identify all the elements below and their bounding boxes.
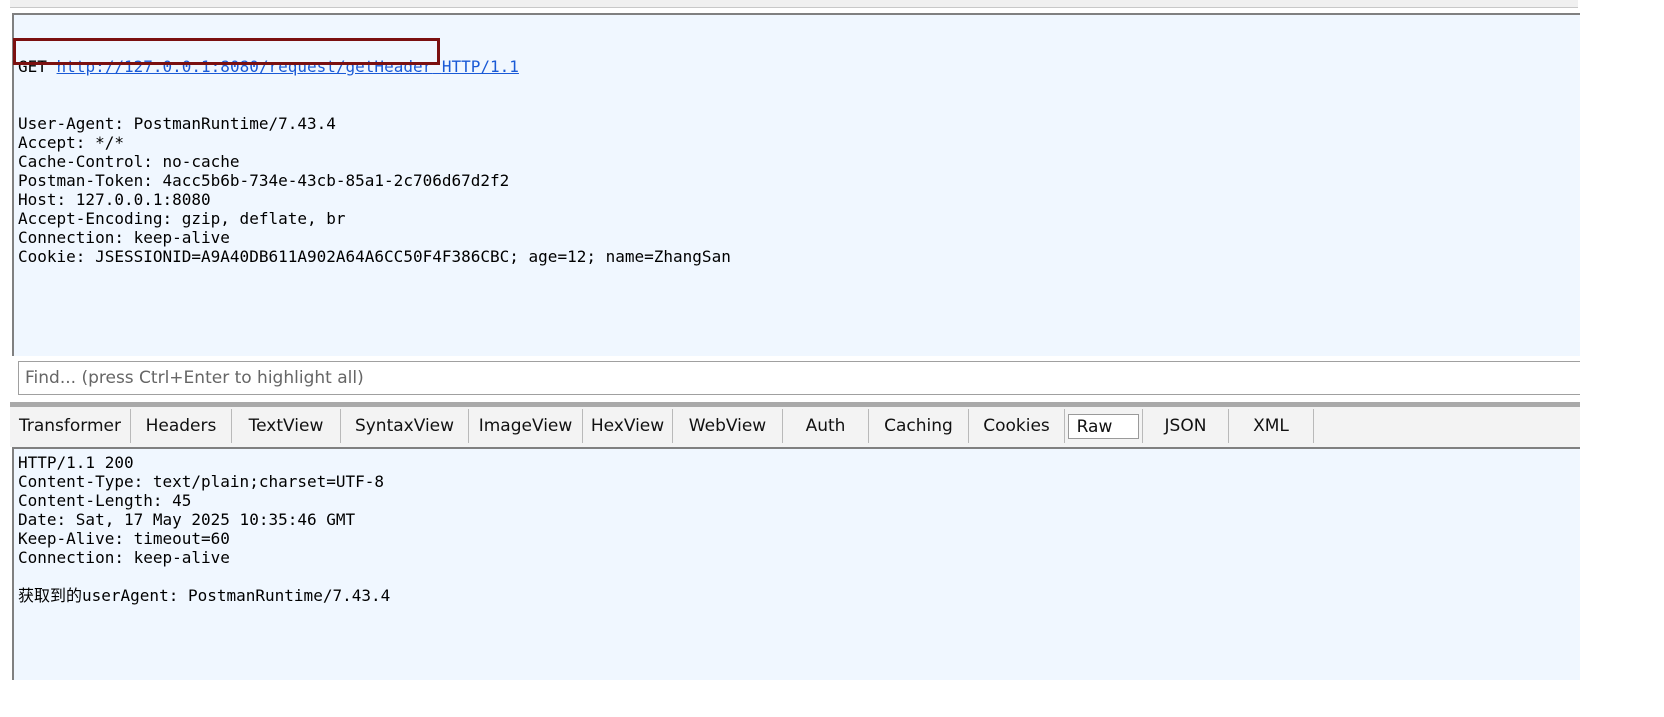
tab-imageview[interactable]: ImageView <box>469 409 583 443</box>
tab-label: XML <box>1253 416 1289 436</box>
request-method: GET <box>18 57 47 76</box>
response-line: Connection: keep-alive <box>18 548 230 567</box>
tab-cookies[interactable]: Cookies <box>969 409 1065 443</box>
tab-label: JSON <box>1164 416 1207 436</box>
tab-raw[interactable]: Raw <box>1065 409 1143 443</box>
request-line: GET http://127.0.0.1:8080/request/getHea… <box>18 57 731 76</box>
tab-json[interactable]: JSON <box>1143 409 1229 443</box>
find-bar[interactable] <box>18 361 1580 395</box>
tab-label: ImageView <box>478 416 573 436</box>
response-line: Content-Type: text/plain;charset=UTF-8 <box>18 472 385 491</box>
tab-textview[interactable]: TextView <box>232 409 341 443</box>
response-line: HTTP/1.1 200 <box>18 453 134 472</box>
request-text: GET http://127.0.0.1:8080/request/getHea… <box>18 19 731 266</box>
response-line: Keep-Alive: timeout=60 <box>18 529 230 548</box>
tab-label: TextView <box>248 416 324 436</box>
request-header-line: Accept: */* <box>18 133 124 152</box>
tab-label: Transformer <box>18 416 121 436</box>
tab-label: Auth <box>805 416 846 436</box>
response-line: Content-Length: 45 <box>18 491 192 510</box>
tab-transformer[interactable]: Transformer <box>10 409 131 443</box>
request-header-line: Host: 127.0.0.1:8080 <box>18 190 211 209</box>
tab-label: Caching <box>884 416 953 436</box>
tab-label: Headers <box>145 416 217 436</box>
tab-caching[interactable]: Caching <box>869 409 969 443</box>
request-header-line: Accept-Encoding: gzip, deflate, br <box>18 209 346 228</box>
tab-headers[interactable]: Headers <box>131 409 232 443</box>
tab-xml[interactable]: XML <box>1229 409 1314 443</box>
request-header-line: Connection: keep-alive <box>18 228 230 247</box>
response-line: 获取到的userAgent: PostmanRuntime/7.43.4 <box>18 586 391 605</box>
tab-label: HexView <box>590 416 665 436</box>
request-protocol[interactable]: HTTP/1.1 <box>442 57 519 76</box>
response-text: HTTP/1.1 200 Content-Type: text/plain;cha… <box>18 453 390 605</box>
request-url-link[interactable]: http://127.0.0.1:8080/request/getHeader <box>57 57 433 76</box>
tab-label: Cookies <box>983 416 1050 436</box>
tab-label: SyntaxView <box>354 416 455 436</box>
tab-hexview[interactable]: HexView <box>583 409 673 443</box>
find-input[interactable] <box>19 362 1580 394</box>
tab-label: Raw <box>1067 413 1140 439</box>
request-header-line: Cookie: JSESSIONID=A9A40DB611A902A64A6CC… <box>18 247 731 266</box>
request-header-line: Cache-Control: no-cache <box>18 152 240 171</box>
tab-auth[interactable]: Auth <box>783 409 869 443</box>
response-raw-pane[interactable]: HTTP/1.1 200 Content-Type: text/plain;cha… <box>12 447 1580 680</box>
tab-webview[interactable]: WebView <box>673 409 783 443</box>
tab-syntaxview[interactable]: SyntaxView <box>341 409 469 443</box>
request-raw-pane[interactable]: GET http://127.0.0.1:8080/request/getHea… <box>12 13 1580 356</box>
response-line <box>18 567 390 586</box>
response-tabs: Transformer Headers TextView SyntaxView Imag… <box>10 407 1580 447</box>
tab-label: WebView <box>688 416 767 436</box>
request-header-line: User-Agent: PostmanRuntime/7.43.4 <box>18 114 336 133</box>
request-header-line: Postman-Token: 4acc5b6b-734e-43cb-85a1-2… <box>18 171 510 190</box>
response-line: Date: Sat, 17 May 2025 10:35:46 GMT <box>18 510 356 529</box>
top-toolbar-strip <box>10 0 1578 8</box>
